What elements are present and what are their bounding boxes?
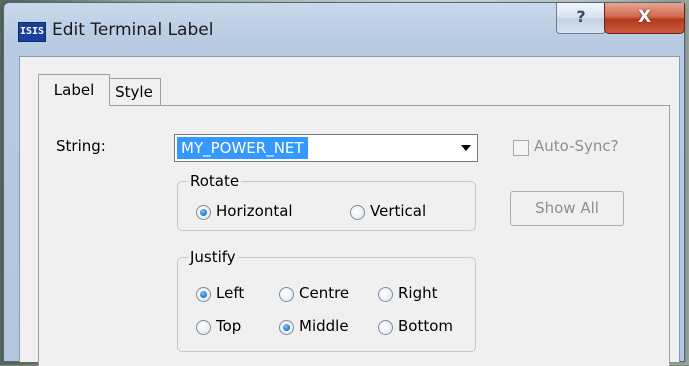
radio-middle[interactable] — [279, 320, 294, 335]
show-all-button[interactable]: Show All — [510, 191, 624, 226]
radio-middle-label: Middle — [299, 317, 349, 335]
tab-style[interactable]: Style — [108, 78, 161, 105]
string-label: String: — [56, 137, 106, 155]
rotate-group: Rotate Horizontal Vertical — [177, 172, 476, 231]
window-title: Edit Terminal Label — [52, 20, 214, 40]
radio-bottom[interactable] — [378, 320, 393, 335]
radio-left[interactable] — [196, 287, 211, 302]
close-button[interactable]: X — [604, 3, 685, 34]
radio-centre[interactable] — [279, 287, 294, 302]
justify-group: Justify Left Centre Right Top Middle Bot… — [177, 248, 476, 352]
dialog-client-area: Label Style String: MY_POWER_NET Auto-Sy… — [19, 56, 680, 366]
radio-bottom-label: Bottom — [398, 317, 454, 335]
radio-right[interactable] — [378, 287, 393, 302]
radio-left-label: Left — [216, 284, 245, 302]
auto-sync-checkbox[interactable] — [513, 140, 529, 156]
close-icon: X — [637, 7, 652, 27]
radio-horizontal[interactable] — [196, 205, 211, 220]
title-bar[interactable]: ISIS Edit Terminal Label ? X — [4, 3, 685, 55]
string-combobox[interactable]: MY_POWER_NET — [174, 134, 478, 162]
help-icon: ? — [576, 7, 586, 26]
radio-centre-label: Centre — [299, 284, 350, 302]
rotate-legend: Rotate — [188, 172, 242, 190]
string-value: MY_POWER_NET — [177, 137, 308, 159]
radio-horizontal-label: Horizontal — [216, 202, 293, 220]
isis-app-icon: ISIS — [18, 22, 46, 42]
tab-label[interactable]: Label — [38, 74, 110, 106]
auto-sync-label: Auto-Sync? — [534, 137, 619, 155]
chevron-down-icon[interactable] — [461, 145, 471, 151]
help-button[interactable]: ? — [556, 3, 606, 34]
radio-top[interactable] — [196, 320, 211, 335]
radio-vertical[interactable] — [350, 205, 365, 220]
radio-right-label: Right — [398, 284, 438, 302]
edit-terminal-label-dialog: ISIS Edit Terminal Label ? X Label Style… — [3, 2, 685, 366]
justify-legend: Justify — [188, 248, 238, 266]
radio-vertical-label: Vertical — [370, 202, 427, 220]
radio-top-label: Top — [216, 317, 242, 335]
